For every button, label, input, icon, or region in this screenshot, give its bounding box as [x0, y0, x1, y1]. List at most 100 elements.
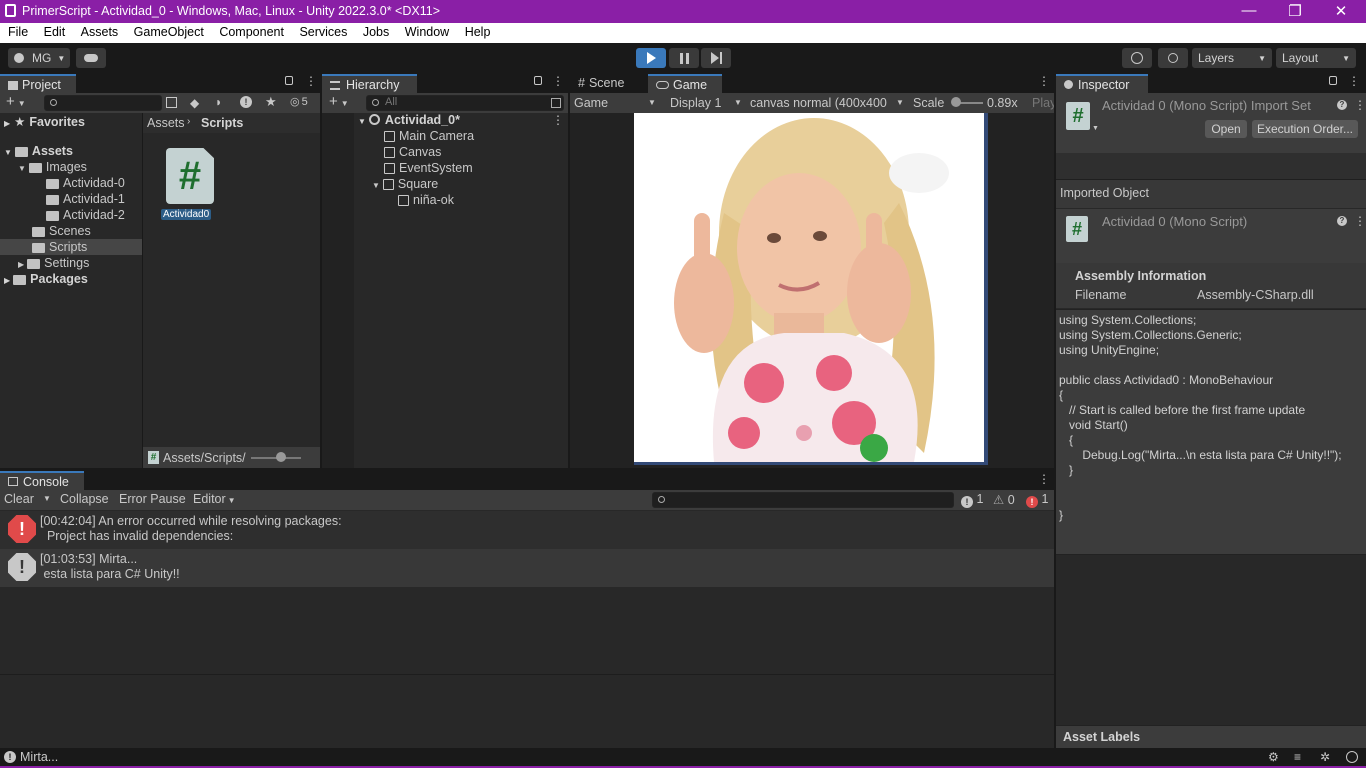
error-pause-button[interactable]: Error Pause	[119, 492, 186, 506]
menu-help[interactable]: Help	[465, 23, 491, 41]
restore-button[interactable]: ❐	[1272, 2, 1318, 20]
search-icon	[50, 99, 57, 106]
hierarchy-icon	[330, 81, 340, 90]
tree-item-scripts[interactable]: Scripts	[32, 240, 87, 254]
play-button[interactable]	[636, 48, 666, 68]
tree-item-images[interactable]: ▼ Images	[18, 160, 87, 174]
layout-dropdown[interactable]: Layout ▼	[1276, 48, 1356, 68]
account-icon	[14, 53, 24, 63]
status-message[interactable]: Mirta...	[20, 750, 58, 764]
game-view-dropdown[interactable]: Game ▼	[574, 96, 658, 110]
console-entry[interactable]: ! [00:42:04] An error occurred while res…	[0, 511, 1054, 549]
search-button[interactable]	[1158, 48, 1188, 68]
clear-button[interactable]: Clear	[4, 492, 34, 506]
tree-favorites[interactable]: ▶ ★ Favorites	[4, 114, 85, 129]
settings-icon[interactable]: ⋮	[1354, 214, 1366, 228]
menu-services[interactable]: Services	[299, 23, 347, 41]
scene-root[interactable]: ▼ Actividad_0*	[358, 113, 460, 127]
help-icon[interactable]: ?	[1337, 100, 1347, 110]
play-focused-dropdown[interactable]: Play	[1032, 96, 1054, 110]
create-button[interactable]: + ▼	[329, 93, 349, 110]
execution-order-button[interactable]: Execution Order...	[1252, 120, 1358, 138]
editor-dropdown[interactable]: Editor ▼	[193, 492, 236, 506]
tree-item-actividad-2[interactable]: Actividad-2	[46, 208, 125, 222]
layers-dropdown[interactable]: Layers ▼	[1192, 48, 1272, 68]
menu-edit[interactable]: Edit	[44, 23, 66, 41]
menu-jobs[interactable]: Jobs	[363, 23, 389, 41]
error-count-toggle[interactable]: ! 1	[1026, 492, 1048, 508]
minimize-button[interactable]: —	[1226, 2, 1272, 19]
hierarchy-item-main-camera[interactable]: Main Camera	[384, 129, 474, 143]
hidden-packages-icon[interactable]: ◎ 5	[290, 95, 308, 108]
tree-item-settings[interactable]: ▶ Settings	[18, 256, 89, 270]
add-button[interactable]: + ▼	[6, 93, 26, 110]
help-icon[interactable]: ?	[1337, 216, 1347, 226]
console-entry[interactable]: ! [01:03:53] Mirta... esta lista para C#…	[0, 549, 1054, 587]
search-by-type-icon[interactable]	[166, 97, 177, 108]
cache-server-icon[interactable]: ≡	[1294, 750, 1301, 764]
console-search-input[interactable]	[652, 492, 954, 508]
tree-item-scenes[interactable]: Scenes	[32, 224, 91, 238]
account-button[interactable]: MG ▼	[8, 48, 70, 68]
step-button[interactable]	[701, 48, 731, 68]
tree-item-packages[interactable]: ▶ Packages	[4, 272, 88, 286]
more-options-icon[interactable]: ⋮	[1038, 472, 1050, 486]
menu-assets[interactable]: Assets	[81, 23, 119, 41]
lock-icon[interactable]	[534, 76, 542, 85]
tab-game[interactable]: Game	[648, 74, 722, 93]
tab-console[interactable]: Console	[0, 471, 84, 490]
collapse-button[interactable]: Collapse	[60, 492, 109, 506]
scene-visibility-icon[interactable]	[551, 98, 561, 108]
breadcrumb-assets[interactable]: Assets	[147, 116, 185, 130]
auto-generate-lighting-icon[interactable]: ✲	[1320, 750, 1330, 764]
zoom-slider-handle[interactable]	[276, 452, 286, 462]
scene-options-icon[interactable]: ⋮	[552, 113, 564, 127]
hierarchy-search-input[interactable]: All	[366, 95, 564, 111]
log-filter-icon[interactable]: !	[240, 96, 252, 108]
lock-icon[interactable]	[1329, 76, 1337, 85]
settings-icon[interactable]: ⋮	[1354, 98, 1366, 112]
menu-file[interactable]: File	[8, 23, 28, 41]
search-by-label-icon[interactable]: ◆	[190, 96, 199, 110]
favorite-star-icon[interactable]: ★	[265, 94, 277, 110]
lock-icon[interactable]	[285, 76, 293, 85]
warning-count-toggle[interactable]: ⚠ 0	[993, 492, 1015, 507]
menu-window[interactable]: Window	[405, 23, 449, 41]
tab-project[interactable]: Project	[0, 74, 76, 93]
clear-options-dropdown[interactable]: ▼	[43, 494, 51, 503]
tab-hierarchy[interactable]: Hierarchy	[322, 74, 417, 93]
more-options-icon[interactable]: ⋮	[552, 74, 564, 88]
more-options-icon[interactable]: ⋮	[1348, 74, 1360, 88]
menu-component[interactable]: Component	[219, 23, 284, 41]
search-icon	[372, 99, 379, 106]
layers-label: Layers	[1198, 51, 1235, 65]
pause-button[interactable]	[669, 48, 699, 68]
close-button[interactable]: ✕	[1318, 2, 1364, 20]
open-button[interactable]: Open	[1205, 120, 1247, 138]
scale-slider-handle[interactable]	[951, 97, 961, 107]
log-count-toggle[interactable]: ! 1	[961, 492, 983, 508]
tab-inspector[interactable]: Inspector	[1056, 74, 1148, 93]
tree-item-assets[interactable]: ▼ Assets	[4, 144, 73, 158]
csharp-script-icon: #	[166, 148, 214, 204]
hierarchy-item-nina-ok[interactable]: niña-ok	[398, 193, 454, 207]
cloud-button[interactable]	[76, 48, 106, 68]
undo-history-button[interactable]	[1122, 48, 1152, 68]
tab-scene[interactable]: # Scene	[570, 74, 642, 93]
debug-mode-icon[interactable]: ⚙	[1268, 750, 1279, 764]
breadcrumb-scripts[interactable]: Scripts	[201, 116, 243, 130]
tag-icon[interactable]: ◗	[215, 95, 222, 109]
tree-item-actividad-0[interactable]: Actividad-0	[46, 176, 125, 190]
project-search-input[interactable]	[44, 95, 162, 111]
resolution-dropdown[interactable]: canvas normal (400x400 ▼	[750, 96, 906, 110]
hierarchy-item-canvas[interactable]: Canvas	[384, 145, 441, 159]
menu-gameobject[interactable]: GameObject	[134, 23, 204, 41]
more-options-icon[interactable]: ⋮	[1038, 74, 1050, 88]
more-options-icon[interactable]: ⋮	[305, 74, 317, 88]
hierarchy-item-square[interactable]: ▼ Square	[372, 177, 438, 191]
script-asset-tile[interactable]: # Actividad0	[161, 148, 217, 224]
progress-ok-icon[interactable]	[1346, 751, 1358, 763]
display-dropdown[interactable]: Display 1 ▼	[670, 96, 744, 110]
tree-item-actividad-1[interactable]: Actividad-1	[46, 192, 125, 206]
hierarchy-item-eventsystem[interactable]: EventSystem	[384, 161, 473, 175]
